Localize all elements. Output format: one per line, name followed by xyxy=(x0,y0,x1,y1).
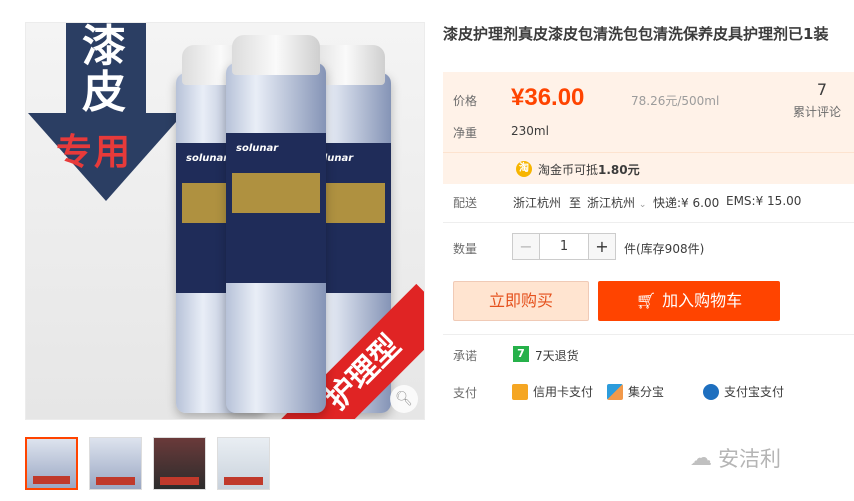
review-count[interactable]: 7 xyxy=(798,80,846,99)
chevron-down-icon: ⌄ xyxy=(638,200,647,210)
shipping-label: 配送 xyxy=(453,196,478,210)
divider xyxy=(443,222,854,223)
product-title: 漆皮护理剂真皮漆皮包清洗包包清洗保养皮具护理剂已1装 xyxy=(443,25,829,43)
taobao-coin-icon: 淘 xyxy=(516,161,532,177)
taobao-coin-row: 淘 淘金币可抵1.80元 xyxy=(443,152,854,184)
coin-text: 淘金币可抵1.80元 xyxy=(538,161,640,178)
quantity-decrease-button[interactable]: − xyxy=(512,233,540,260)
image-text-special: 专用 xyxy=(56,132,133,173)
payment-alipay-label: 支付宝支付 xyxy=(724,385,785,399)
payment-jifen-label: 集分宝 xyxy=(628,385,665,399)
quantity-increase-button[interactable]: + xyxy=(588,233,616,260)
watermark-text: 安洁利 xyxy=(718,447,781,471)
unit-price: 78.26元/500ml xyxy=(631,94,720,108)
buy-now-button[interactable]: 立即购买 xyxy=(453,281,589,321)
image-text-pi: 皮 xyxy=(82,67,126,118)
weight-value: 230ml xyxy=(511,124,549,138)
watermark: ☁︎ 安洁利 xyxy=(690,443,781,473)
jifenbao-icon xyxy=(607,383,623,400)
payment-credit-label: 信用卡支付 xyxy=(533,385,594,399)
payment-label: 支付 xyxy=(453,386,478,400)
zoom-icon[interactable]: 🔍︎ xyxy=(390,385,418,413)
thumbnail-4[interactable] xyxy=(217,437,270,490)
add-to-cart-label: 加入购物车 xyxy=(662,291,743,310)
divider xyxy=(443,334,854,335)
payment-credit-card[interactable]: 信用卡支付 xyxy=(512,383,593,400)
quantity-input[interactable]: 1 xyxy=(540,233,588,260)
payment-alipay[interactable]: 支付宝支付 xyxy=(703,383,784,400)
payment-jifenbao[interactable]: 集分宝 xyxy=(607,383,664,400)
shipping-from: 浙江杭州 xyxy=(513,196,562,210)
stock-info: 件(库存908件) xyxy=(624,242,705,256)
add-to-cart-button[interactable]: 🛒︎ 加入购物车 xyxy=(598,281,780,321)
price-value: ¥36.00 xyxy=(511,84,585,111)
thumbnail-1[interactable] xyxy=(25,437,78,490)
coin-text-prefix: 淘金币可抵 xyxy=(538,163,599,177)
promise-label: 承诺 xyxy=(453,349,478,363)
image-text-qi: 漆 xyxy=(82,22,126,72)
thumbnail-strip xyxy=(25,437,270,490)
review-label[interactable]: 累计评论 xyxy=(793,103,841,120)
cart-icon: 🛒︎ xyxy=(635,291,657,310)
coin-amount: 1.80元 xyxy=(598,163,640,177)
shipping-destination-select[interactable]: 浙江杭州 ⌄ xyxy=(587,194,646,211)
shipping-ems: EMS:¥ 15.00 xyxy=(726,194,802,208)
thumbnail-2[interactable] xyxy=(89,437,142,490)
thumbnail-3[interactable] xyxy=(153,437,206,490)
quantity-stepper: − 1 + xyxy=(512,233,616,260)
spray-can-center: solunar xyxy=(226,35,326,413)
credit-card-icon xyxy=(512,383,528,400)
weight-label: 净重 xyxy=(453,126,478,140)
promise-text[interactable]: 7天退货 xyxy=(535,347,579,364)
shipping-to-word: 至 xyxy=(569,196,582,210)
shipping-express: 快递:¥ 6.00 xyxy=(653,196,720,210)
main-product-image[interactable]: 漆 皮 专用 solunar solunar solunar 护理型 🔍︎ xyxy=(25,22,425,420)
price-label: 价格 xyxy=(453,94,478,108)
alipay-icon xyxy=(703,383,719,400)
shipping-to: 浙江杭州 xyxy=(587,196,636,210)
seven-day-return-icon: 7 xyxy=(513,346,529,362)
quantity-label: 数量 xyxy=(453,242,478,256)
price-box: 价格 ¥36.00 78.26元/500ml 7 累计评论 净重 230ml xyxy=(443,72,854,152)
wechat-icon: ☁︎ xyxy=(690,445,712,471)
